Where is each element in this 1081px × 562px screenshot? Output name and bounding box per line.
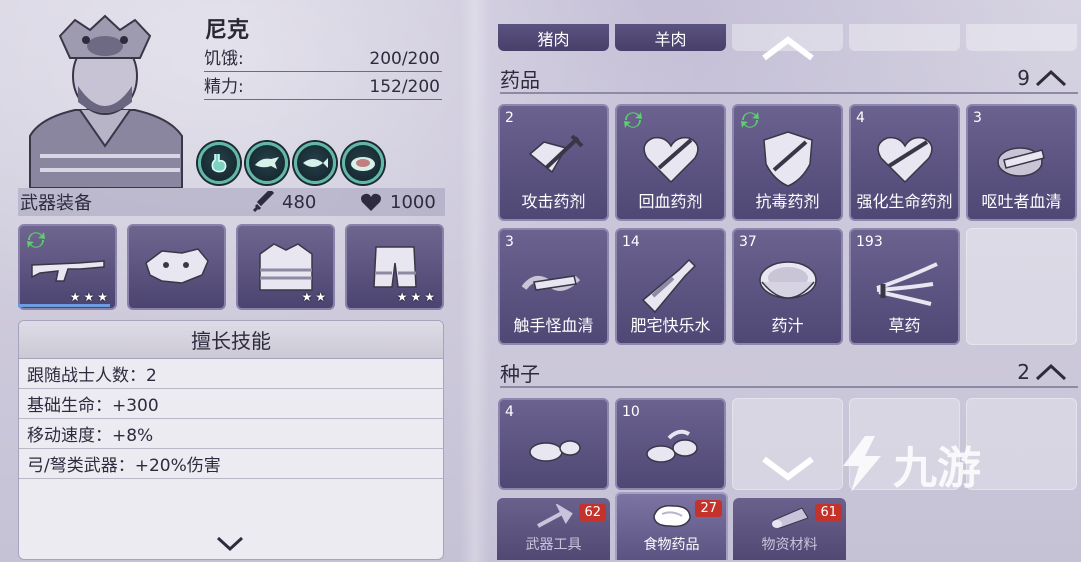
chevron-up-icon <box>1035 69 1067 87</box>
heart-syringe-icon <box>876 136 933 184</box>
hunger-label: 饥饿: <box>204 49 244 69</box>
skill-row: 基础生命：+300 <box>19 389 443 419</box>
bowl-icon <box>758 261 817 299</box>
scroll-up-arrow-icon[interactable] <box>760 34 816 62</box>
character-portrait <box>20 6 190 189</box>
skill-row: 移动速度：+8% <box>19 419 443 449</box>
panel-divider <box>460 0 490 562</box>
fish-icon[interactable] <box>294 142 336 184</box>
heart-icon <box>361 193 381 211</box>
item-life-boost[interactable]: 4 强化生命药剂 <box>849 104 960 221</box>
item-tentacle-serum[interactable]: 3 触手怪血清 <box>498 228 609 345</box>
stomach-icon[interactable] <box>198 142 240 184</box>
shield-syringe-icon <box>762 131 813 187</box>
axe-icon <box>536 504 573 528</box>
item-soda[interactable]: 14 肥宅快乐水 <box>615 228 726 345</box>
logo-icon <box>843 436 881 492</box>
energy-value: 152/200 <box>369 77 440 97</box>
empty-slot <box>966 228 1077 345</box>
bottle-icon <box>641 258 696 314</box>
slot-stars: ★★ <box>301 290 329 304</box>
empty-slot <box>849 24 960 51</box>
equipment-header: 武器装备 480 1000 <box>18 188 445 216</box>
slot-stars: ★★★ <box>396 290 438 304</box>
shorts-icon <box>372 246 417 288</box>
boar-mask-icon <box>144 248 209 284</box>
sword-icon <box>252 191 274 213</box>
weapon-durability-bar <box>18 304 110 307</box>
attack-stat: 480 <box>252 191 316 213</box>
hunger-value: 200/200 <box>369 49 440 69</box>
tab-weapons-tools[interactable]: 62 武器工具 <box>497 498 610 560</box>
energy-stat: 精力: 152/200 <box>204 76 442 100</box>
medicine-count: 9 <box>1017 66 1078 90</box>
seeds-section-title: 种子 <box>500 361 540 386</box>
slot-stars: ★★★ <box>69 290 111 304</box>
jacket-icon <box>258 243 313 291</box>
vial-icon <box>996 147 1045 177</box>
tab-materials[interactable]: 61 物资材料 <box>733 498 846 560</box>
skill-row: 跟随战士人数：2 <box>19 359 443 389</box>
helmet-slot[interactable] <box>127 224 226 310</box>
category-tabs: 62 武器工具 27 食物药品 61 物资材料 <box>497 490 1081 562</box>
tab-badge: 62 <box>579 504 606 521</box>
log-icon <box>771 507 809 529</box>
energy-label: 精力: <box>204 77 244 97</box>
animal-icon[interactable] <box>246 142 288 184</box>
skills-title: 擅长技能 <box>19 321 443 359</box>
pants-slot[interactable]: ★★★ <box>345 224 444 310</box>
skill-row: 弓/弩类武器：+20%伤害 <box>19 449 443 479</box>
empty-slot <box>966 24 1077 51</box>
health-value: 1000 <box>390 191 436 213</box>
mutton-item[interactable]: 羊肉 <box>615 24 726 51</box>
heart-syringe-icon <box>642 136 699 184</box>
herb-icon <box>875 262 938 306</box>
attack-value: 480 <box>282 191 317 213</box>
armor-slot[interactable]: ★★ <box>236 224 335 310</box>
skills-panel: 擅长技能 跟随战士人数：2 基础生命：+300 移动速度：+8% 弓/弩类武器：… <box>18 320 444 560</box>
chevron-down-icon[interactable] <box>215 535 245 553</box>
chevron-up-icon <box>1035 363 1067 381</box>
weapon-slot[interactable]: ★★★ <box>18 224 117 310</box>
pork-item[interactable]: 猪肉 <box>498 24 609 51</box>
item-vomiter-serum[interactable]: 3 呕吐者血清 <box>966 104 1077 221</box>
item-herb[interactable]: 193 草药 <box>849 228 960 345</box>
rifle-icon <box>30 260 105 282</box>
vial-icon <box>521 275 580 291</box>
hunger-stat: 饥饿: 200/200 <box>204 48 442 72</box>
empty-slot <box>966 398 1077 490</box>
refresh-icon <box>27 232 45 248</box>
seeds-section-header[interactable]: 种子 2 <box>500 358 1078 388</box>
equipment-title: 武器装备 <box>20 193 92 214</box>
meat-plate-icon[interactable] <box>342 142 384 184</box>
medicine-section-title: 药品 <box>500 67 540 92</box>
item-antidote[interactable]: 抗毒药剂 <box>732 104 843 221</box>
watermark: 九游 <box>835 432 981 496</box>
seed-icon <box>528 440 581 462</box>
item-attack-potion[interactable]: 2 攻击药剂 <box>498 104 609 221</box>
item-seed[interactable]: 4 <box>498 398 609 490</box>
item-seed[interactable]: 10 <box>615 398 726 490</box>
item-potion-soup[interactable]: 37 药汁 <box>732 228 843 345</box>
seeds-count: 2 <box>1017 360 1078 384</box>
tab-badge: 61 <box>815 504 842 521</box>
medicine-section-header[interactable]: 药品 9 <box>500 64 1078 94</box>
syringe-icon <box>528 134 583 174</box>
tab-badge: 27 <box>695 500 722 517</box>
health-stat: 1000 <box>360 192 436 213</box>
tab-label: 物资材料 <box>761 537 818 553</box>
character-name: 尼克 <box>205 18 250 43</box>
item-heal-potion[interactable]: 回血药剂 <box>615 104 726 221</box>
meat-icon <box>652 504 691 528</box>
tab-label: 食物药品 <box>643 537 700 553</box>
scroll-down-arrow-icon[interactable] <box>760 455 816 483</box>
seed-icon <box>645 429 698 463</box>
tab-food-medicine[interactable]: 27 食物药品 <box>615 492 728 560</box>
tab-label: 武器工具 <box>525 537 582 553</box>
buff-list <box>198 142 384 184</box>
